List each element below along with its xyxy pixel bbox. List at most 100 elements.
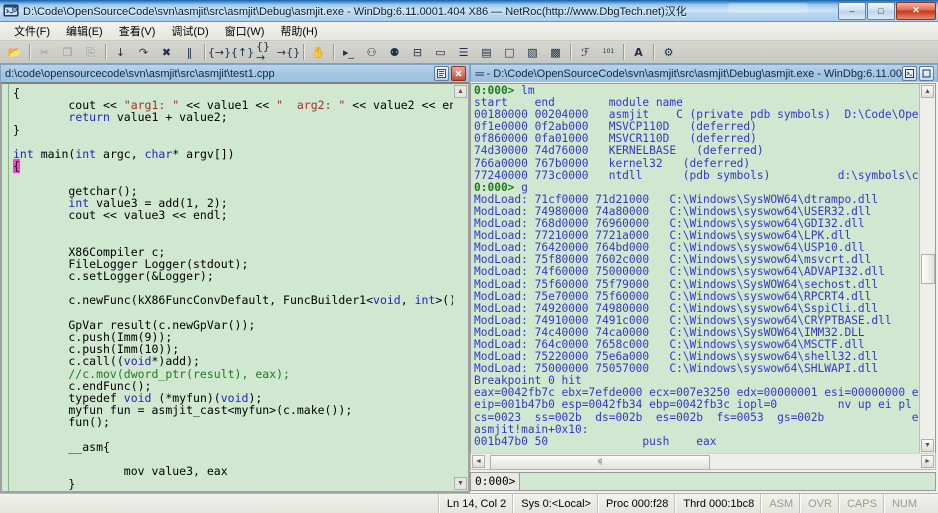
- source-code-text[interactable]: { cout << "arg1: " << value1 << " arg2: …: [9, 84, 453, 491]
- status-asm: ASM: [761, 494, 800, 513]
- code-span: " arg2: ": [276, 98, 346, 113]
- code-line: __asm{: [13, 441, 453, 453]
- paste-icon: ⎘: [86, 45, 95, 59]
- command-window-title: - D:\Code\OpenSourceCode\svn\asmjit\src\…: [486, 67, 902, 80]
- open-icon[interactable]: 📂: [4, 42, 25, 63]
- debugger-vscroll-thumb[interactable]: [920, 253, 935, 284]
- status-bar: Ln 14, Col 2 Sys 0:<Local> Proc 000:f28 Thr…: [0, 493, 938, 513]
- menu-view[interactable]: 查看(V): [111, 22, 164, 40]
- status-message: [0, 494, 439, 513]
- command-input[interactable]: [519, 472, 936, 491]
- debugger-prompt: 0:000>: [474, 180, 522, 194]
- dock-grip-icon[interactable]: ≡≡: [475, 69, 484, 79]
- source-window-buttons: [434, 66, 469, 81]
- source-scroll-up-button[interactable]: ▲: [454, 85, 467, 98]
- debugger-output-area[interactable]: 0:000> lm start end module name 00180000 0…: [470, 83, 936, 453]
- command-restore-button[interactable]: [902, 66, 917, 81]
- processes-window-icon[interactable]: ▧: [522, 42, 543, 63]
- debugger-output-line: 001b47b0 50 push eax: [474, 435, 919, 448]
- command-window: ≡≡ - D:\Code\OpenSourceCode\svn\asmjit\s…: [470, 64, 938, 493]
- code-span: __asm{: [13, 439, 110, 454]
- callstack-window-icon[interactable]: ☰: [453, 42, 474, 63]
- source-gutter[interactable]: [2, 84, 9, 491]
- debugger-line-text: 00180000 00204000 asmjit C (private pdb …: [474, 108, 919, 122]
- debugger-hscroll-track[interactable]: ⸿: [486, 455, 920, 470]
- debugger-line-text: asmjit!main+0x10:: [474, 422, 589, 436]
- debugger-output-text[interactable]: 0:000> lm start end module name 00180000 0…: [471, 84, 919, 453]
- debugger-line-text: ModLoad: 74910000 7491c000 C:\Windows\sy…: [474, 313, 892, 327]
- source-mode-icon[interactable]: ℱ: [575, 42, 596, 63]
- break-icon[interactable]: ‖: [179, 42, 200, 63]
- command-close-button[interactable]: [919, 66, 934, 81]
- code-span: char: [144, 147, 173, 162]
- menu-file[interactable]: 文件(F): [6, 22, 58, 40]
- run-to-cursor-icon[interactable]: {}→: [255, 41, 276, 63]
- copy-icon: ❐: [62, 45, 73, 59]
- status-cells: Ln 14, Col 2 Sys 0:<Local> Proc 000:f28 Thr…: [438, 494, 924, 513]
- menu-edit[interactable]: 编辑(E): [58, 22, 111, 40]
- window-controls: – □ ✕: [838, 1, 938, 20]
- debugger-line-text: ModLoad: 74920000 74980000 C:\Windows\sy…: [474, 301, 879, 315]
- source-vertical-scrollbar[interactable]: ▲ ▼: [453, 84, 468, 491]
- source-scroll-down-button[interactable]: ▼: [454, 477, 467, 490]
- toolbar-separator: [570, 44, 571, 60]
- disassembly-window-icon[interactable]: ▤: [476, 42, 497, 63]
- minimize-button[interactable]: –: [838, 1, 866, 20]
- command-window-buttons: [902, 66, 937, 81]
- step-over-icon[interactable]: ↷: [133, 42, 154, 63]
- windbg-window: D:\Code\OpenSourceCode\svn\asmjit\src\as…: [0, 0, 938, 513]
- close-button[interactable]: ✕: [896, 1, 936, 20]
- locals-window-icon[interactable]: ⚉: [384, 42, 405, 63]
- debugger-hscroll-thumb[interactable]: ⸿: [490, 455, 710, 470]
- source-editor-frame: { cout << "arg1: " << value1 << " arg2: …: [0, 82, 470, 493]
- command-window-titlebar[interactable]: ≡≡ - D:\Code\OpenSourceCode\svn\asmjit\s…: [470, 64, 938, 82]
- source-restore-button[interactable]: [434, 66, 449, 81]
- memory-window-icon[interactable]: ▭: [430, 42, 451, 63]
- source-window: d:\code\opensourcecode\svn\asmjit\src\as…: [0, 64, 470, 493]
- trace-into-icon[interactable]: {→}: [208, 42, 231, 63]
- debugger-scroll-up-button[interactable]: ▲: [921, 85, 934, 98]
- source-editor[interactable]: { cout << "arg1: " << value1 << " arg2: …: [2, 84, 468, 491]
- debugger-line-text: eax=0042fb7c ebx=7efde000 ecx=007e3250 e…: [474, 386, 919, 400]
- font-icon[interactable]: A: [628, 42, 649, 63]
- debugger-vertical-scrollbar[interactable]: ▲ ▼: [919, 84, 935, 453]
- debugger-scroll-right-button[interactable]: ►: [921, 455, 934, 468]
- maximize-button[interactable]: □: [867, 1, 895, 20]
- command-window-icon[interactable]: ▸_: [338, 42, 359, 63]
- status-num: NUM: [883, 494, 924, 513]
- break-hand-icon[interactable]: ✋: [308, 42, 329, 63]
- debugger-scroll-left-button[interactable]: ◄: [472, 455, 485, 468]
- debugger-output-line: 77240000 773c0000 ntdll (pdb symbols) d:…: [474, 169, 919, 182]
- step-out-icon[interactable]: {↑}: [231, 42, 254, 63]
- debugger-horizontal-scrollbar[interactable]: ◄ ⸿ ►: [470, 453, 936, 470]
- code-span: c.setLogger(&Logger);: [13, 269, 214, 284]
- scratchpad-window-icon[interactable]: □: [499, 42, 520, 63]
- toolbar-separator: [333, 44, 334, 60]
- source-close-button[interactable]: [451, 66, 466, 81]
- go-icon[interactable]: →{}: [277, 42, 300, 63]
- source-window-icon[interactable]: ▩: [545, 42, 566, 63]
- step-into-icon[interactable]: ↓: [110, 42, 131, 63]
- source-window-titlebar[interactable]: d:\code\opensourcecode\svn\asmjit\src\as…: [0, 64, 470, 82]
- toolbar-separator: [303, 44, 304, 60]
- debugger-line-text: ModLoad: 71cf0000 71d21000 C:\Windows\Sy…: [474, 192, 879, 206]
- registers-window-icon[interactable]: ⊟: [407, 42, 428, 63]
- command-window-frame: 0:000> lm start end module name 00180000 0…: [470, 83, 936, 491]
- debugger-scroll-down-button[interactable]: ▼: [921, 439, 934, 452]
- watch-window-icon[interactable]: ⚇: [361, 42, 382, 63]
- menu-help[interactable]: 帮助(H): [272, 22, 325, 40]
- options-icon[interactable]: ⚙: [658, 42, 679, 63]
- code-span: value1 + value2;: [109, 110, 228, 125]
- stop-debug-icon[interactable]: ✖: [156, 42, 177, 63]
- binary-mode-icon[interactable]: 101: [598, 42, 619, 63]
- menu-debug[interactable]: 调试(D): [163, 22, 216, 40]
- debugger-line-text: ModLoad: 768d0000 76960000 C:\Windows\sy…: [474, 217, 865, 231]
- resize-grip[interactable]: [924, 494, 938, 513]
- command-input-row: 0:000>: [470, 472, 936, 491]
- debugger-line-text: ModLoad: 76420000 764bd000 C:\Windows\sy…: [474, 241, 865, 255]
- menu-window[interactable]: 窗口(W): [217, 22, 273, 40]
- toolbar-separator: [653, 44, 654, 60]
- debugger-line-text: 0f1e0000 0f2ab000 MSVCP110D (deferred): [474, 120, 757, 134]
- code-span: ,: [400, 293, 415, 308]
- debugger-line-text: start end module name: [474, 96, 683, 110]
